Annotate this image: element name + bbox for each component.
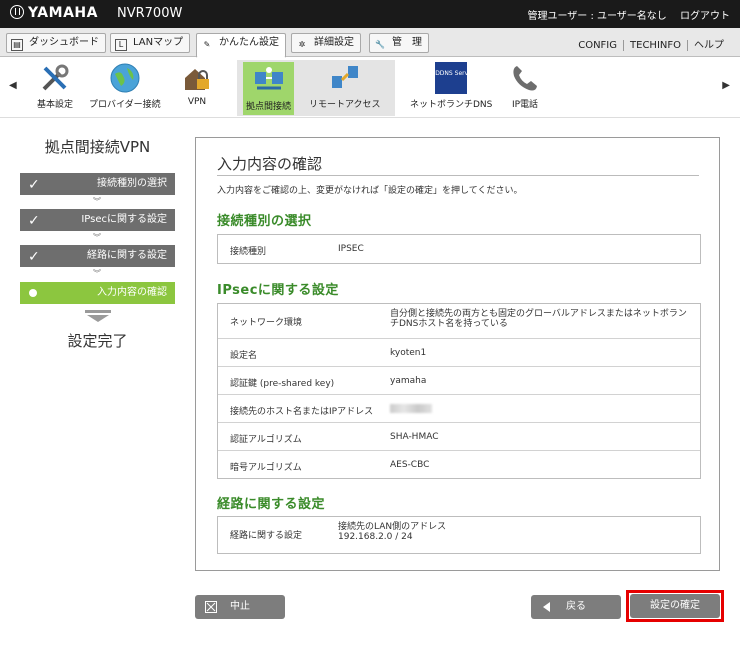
- wizard-title: 拠点間接続VPN: [44, 138, 151, 156]
- table-row: 接続種別 IPSEC: [230, 244, 364, 257]
- table-row: 接続先のホスト名またはIPアドレス: [218, 394, 700, 422]
- menu-easy-setup[interactable]: ✎ かんたん設定: [196, 33, 286, 58]
- table-row: 暗号アルゴリズム AES-CBC: [218, 450, 700, 478]
- brand-name: YAMAHA: [28, 5, 98, 21]
- menu-dashboard[interactable]: ▤ ダッシュボード: [6, 33, 106, 53]
- check-icon: ✓: [28, 249, 40, 265]
- tuning-fork-icon: [10, 5, 24, 19]
- menu-bar: ▤ ダッシュボード L LANマップ ✎ かんたん設定 ✲ 詳細設定 🔧 管 理 CONF…: [0, 28, 740, 58]
- step-routing: ✓ 経路に関する設定: [20, 245, 175, 267]
- dashboard-icon: ▤: [11, 39, 23, 51]
- menu-advanced[interactable]: ✲ 詳細設定: [291, 33, 361, 53]
- redacted-address: [390, 404, 432, 415]
- step-connection-type: ✓ 接続種別の選択: [20, 173, 175, 195]
- confirm-panel: 入力内容の確認 入力内容をご確認の上、変更がなければ「設定の確定」を押してくださ…: [195, 137, 720, 571]
- phone-icon: [513, 66, 537, 91]
- feature-nav: ◀ ▶ 基本設定 プロバイダー接続 VPN 拠点間接続 リモートアクセス DDN…: [0, 58, 740, 118]
- nav-ip-phone[interactable]: IP電話: [509, 62, 541, 110]
- user-info: 管理ユーザー : ユーザー名なし ログアウト: [517, 7, 730, 22]
- wand-icon: ✎: [203, 40, 211, 49]
- cancel-button[interactable]: 中止: [195, 595, 285, 619]
- check-icon: ✓: [28, 177, 40, 193]
- table-row: ネットワーク環境 自分側と接続先の両方とも固定のグローバルアドレスまたはネットボ…: [230, 309, 687, 329]
- logout-link[interactable]: ログアウト: [680, 11, 730, 22]
- arrow-down-icon: [85, 310, 111, 322]
- nav-provider[interactable]: プロバイダー接続: [89, 62, 161, 110]
- chevron-down-icon: ︾: [93, 233, 101, 242]
- section-title-routing: 経路に関する設定: [217, 497, 326, 512]
- wrench-icon: 🔧: [375, 40, 385, 49]
- config-link[interactable]: CONFIG: [572, 40, 623, 51]
- globe-icon: [110, 63, 140, 93]
- table-row: 認証鍵 (pre-shared key) yamaha: [218, 366, 700, 394]
- lan-map-icon: L: [115, 39, 127, 51]
- nav-basic-settings[interactable]: 基本設定: [37, 62, 73, 110]
- check-icon: ✓: [28, 213, 40, 229]
- help-link[interactable]: ヘルプ: [687, 40, 730, 51]
- menu-admin[interactable]: 🔧 管 理: [369, 33, 429, 53]
- table-row: 認証アルゴリズム SHA-HMAC: [218, 422, 700, 450]
- nav-site-to-site[interactable]: 拠点間接続: [243, 62, 295, 115]
- step-confirm: 入力内容の確認: [20, 282, 175, 304]
- nav-vpn[interactable]: VPN: [181, 62, 213, 107]
- site-to-site-icon: [254, 67, 283, 90]
- user-label: 管理ユーザー : ユーザー名なし: [527, 11, 667, 22]
- divider: [217, 175, 699, 176]
- chevron-down-icon: ︾: [93, 197, 101, 206]
- nav-remote-access[interactable]: リモートアクセス: [309, 62, 381, 110]
- top-links: CONFIG TECHINFO ヘルプ: [572, 36, 730, 51]
- gear-icon: ✲: [298, 40, 306, 49]
- step-complete: 設定完了: [67, 332, 128, 350]
- remote-access-icon: [331, 66, 358, 88]
- routing-table: 経路に関する設定 接続先のLAN側のアドレス 192.168.2.0 / 24: [217, 516, 701, 554]
- nav-left-arrow-icon[interactable]: ◀: [9, 80, 17, 91]
- techinfo-link[interactable]: TECHINFO: [623, 40, 687, 51]
- menu-lan-map[interactable]: L LANマップ: [110, 33, 191, 53]
- table-row: 設定名 kyoten1: [218, 338, 700, 366]
- back-button[interactable]: 戻る: [531, 595, 621, 619]
- page-title: 入力内容の確認: [217, 155, 323, 173]
- confirm-settings-button[interactable]: 設定の確定: [630, 594, 720, 618]
- yamaha-logo: YAMAHA: [10, 5, 98, 21]
- current-step-dot: [29, 289, 37, 297]
- lock-house-icon: [185, 69, 209, 90]
- close-icon: [205, 601, 217, 613]
- ipsec-table: ネットワーク環境 自分側と接続先の両方とも固定のグローバルアドレスまたはネットボ…: [217, 303, 701, 479]
- back-arrow-icon: [543, 602, 550, 612]
- section-title-ipsec: IPsecに関する設定: [217, 283, 339, 298]
- blurred-value: [390, 404, 432, 413]
- tools-icon: [42, 64, 69, 91]
- model-name: NVR700W: [117, 6, 183, 21]
- chevron-down-icon: ︾: [93, 269, 101, 278]
- page-description: 入力内容をご確認の上、変更がなければ「設定の確定」を押してください。: [217, 186, 523, 196]
- table-row: 経路に関する設定 接続先のLAN側のアドレス 192.168.2.0 / 24: [230, 522, 447, 542]
- section-title-connection-type: 接続種別の選択: [217, 214, 312, 229]
- nav-netvolante-dns[interactable]: DDNS Service ネットボランチDNS: [410, 62, 492, 110]
- nav-right-arrow-icon[interactable]: ▶: [722, 80, 730, 91]
- connection-type-table: 接続種別 IPSEC: [217, 234, 701, 264]
- top-bar: YAMAHA NVR700W 管理ユーザー : ユーザー名なし ログアウト: [0, 0, 740, 28]
- step-ipsec: ✓ IPsecに関する設定: [20, 209, 175, 231]
- ddns-icon: DDNS Service: [435, 62, 477, 94]
